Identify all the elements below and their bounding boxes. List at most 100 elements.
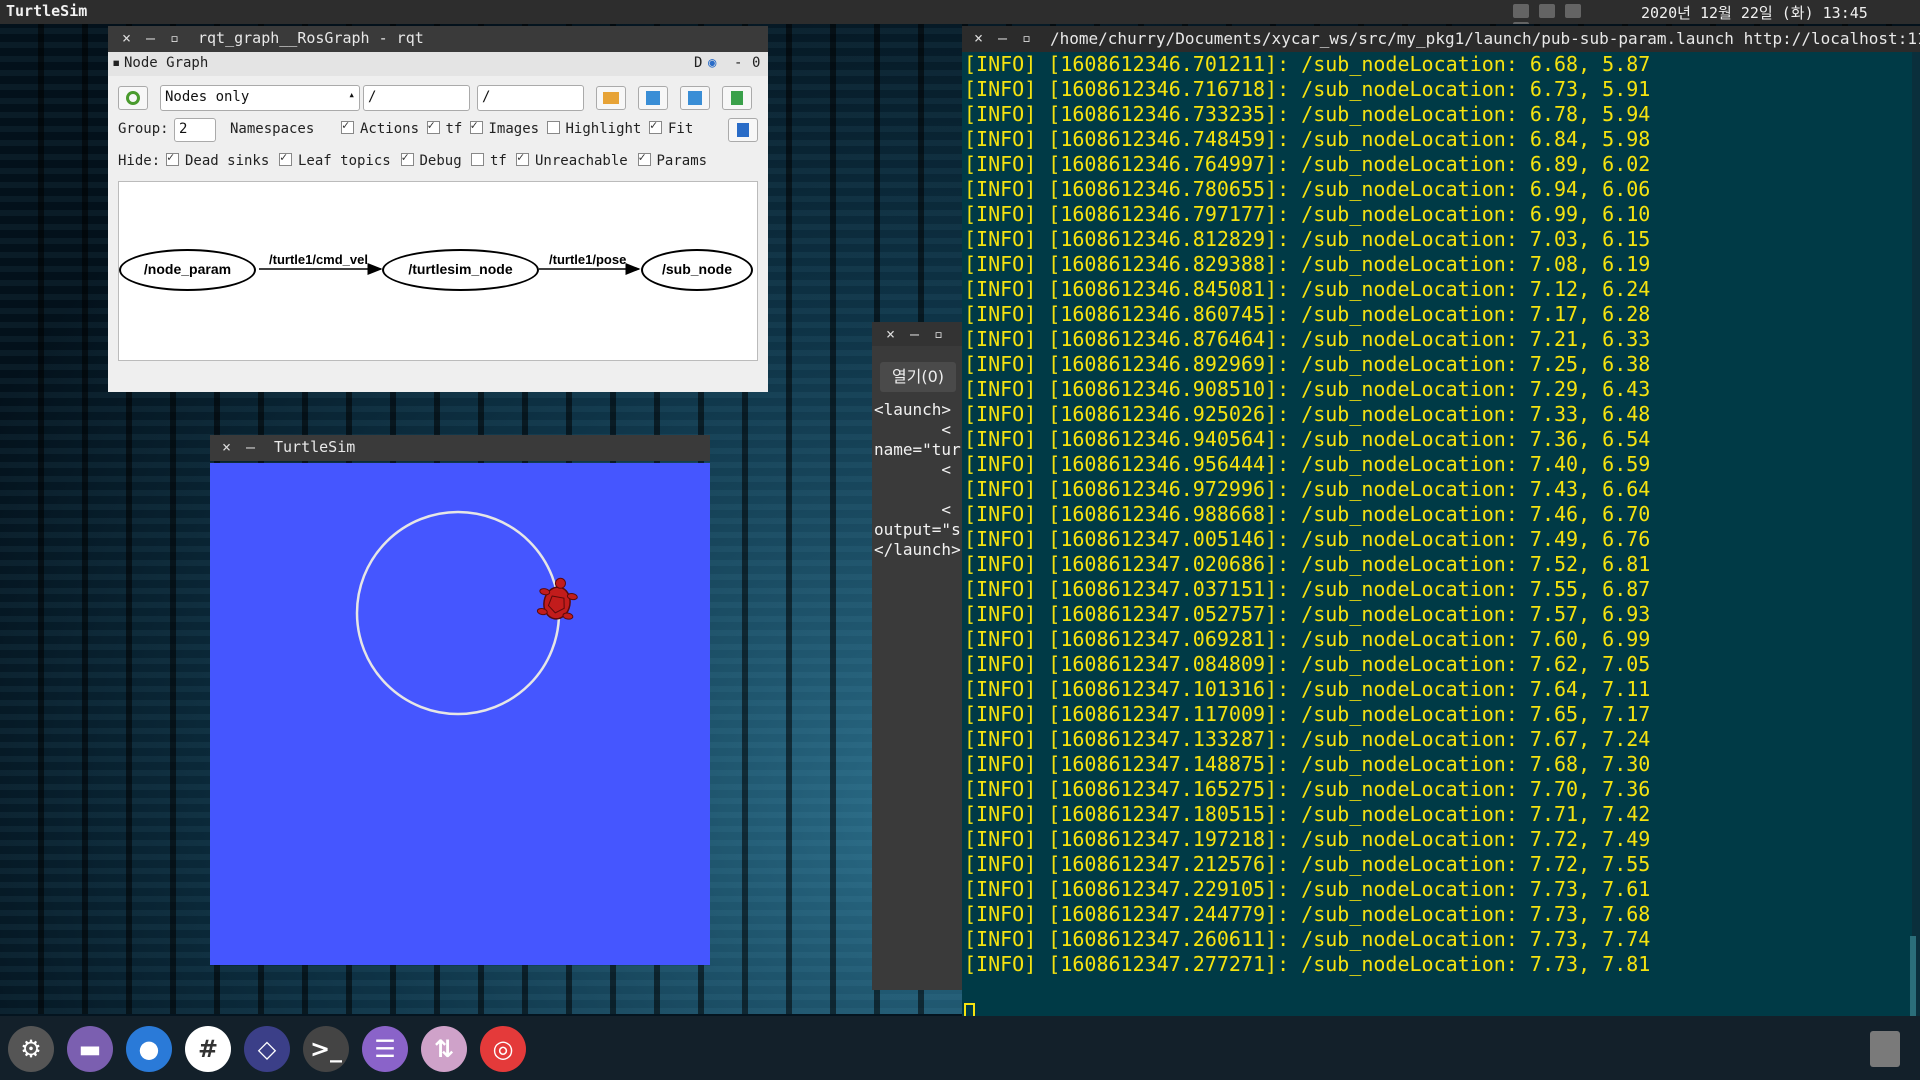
text-editor-icon[interactable]: ☰ [362,1026,408,1072]
system-tray [1513,4,1603,36]
trash-icon[interactable] [1870,1031,1900,1067]
topic-filter-input[interactable]: / [477,85,584,111]
graph-canvas[interactable]: /node_param /turtlesim_node /sub_node /t… [118,181,758,361]
checkbox[interactable] [637,150,651,166]
minimize-icon[interactable]: – [146,29,155,47]
option-images[interactable]: Images [469,118,539,137]
node-graph-header: ▪ Node Graph D ◉ - 0 [108,52,768,76]
turtlesim-titlebar[interactable]: × – TurtleSim [210,435,710,461]
option-fit[interactable]: Fit [649,118,694,137]
close-icon[interactable]: × [122,29,131,47]
option-namespaces[interactable]: Namespaces [230,121,314,137]
minimize-icon[interactable]: - [734,55,742,71]
window-title: TurtleSim [274,438,356,456]
editor-text-area[interactable]: <launch> < name="tur < < output="s </lau… [874,400,961,560]
editor-titlebar[interactable]: × – ▫ [872,322,962,346]
save-svg-button[interactable] [680,86,710,110]
transfer-icon[interactable]: ⇅ [421,1026,467,1072]
option-params[interactable]: Params [637,150,708,169]
terminal-icon[interactable]: >_ [303,1026,349,1072]
checkbox[interactable] [471,153,484,166]
option-label: Debug [419,153,462,169]
save-image-button[interactable] [722,86,752,110]
slack-icon[interactable]: # [185,1026,231,1072]
clock[interactable]: 2020년 12월 22일 (화) 13:45 [1641,2,1868,23]
checkbox[interactable] [516,150,529,166]
fit-icon [737,123,749,137]
chevron-updown-icon: ▴ [348,88,355,101]
maximize-icon[interactable]: ▫ [170,29,179,47]
save-icon [688,91,702,105]
close-icon[interactable]: × [222,438,231,456]
terminal-titlebar[interactable]: × – ▫ /home/churry/Documents/xycar_ws/sr… [962,26,1920,52]
option-label: Actions [360,121,420,137]
fit-view-button[interactable] [728,118,758,142]
refresh-icon [126,91,140,105]
option-label: Unreachable [535,153,628,169]
terminal-window: × – ▫ /home/churry/Documents/xycar_ws/sr… [962,26,1920,1036]
rqt-titlebar[interactable]: × – ▫ rqt_graph__RosGraph - rqt [108,26,768,52]
option-tf[interactable]: tf [426,118,462,137]
hide-label: Hide: [118,153,161,169]
checkbox[interactable] [166,150,179,166]
mode-select[interactable]: Nodes only ▴ [160,85,360,111]
option-leaf-topics[interactable]: Leaf topics [279,150,391,169]
graph-node[interactable]: /sub_node [641,249,753,291]
group-label: Group: [118,121,169,137]
option-unreachable[interactable]: Unreachable [516,150,628,169]
plugin-icon: ▪ [112,55,121,71]
option-label: tf [490,153,507,169]
network-icon[interactable] [1513,4,1529,18]
open-button[interactable]: 열기(0) [880,362,956,392]
option-label: Params [656,153,708,169]
minimize-icon[interactable]: – [998,29,1007,47]
option-highlight[interactable]: Highlight [546,121,641,137]
edge-label: /turtle1/pose [549,252,627,267]
checkbox[interactable] [400,150,414,166]
minimize-icon[interactable]: – [246,438,255,456]
checkbox[interactable] [546,121,560,134]
turtle-field [210,463,710,965]
graph-node[interactable]: /turtlesim_node [382,249,539,291]
maximize-icon[interactable]: ▫ [1022,29,1031,47]
option-debug[interactable]: Debug [400,150,462,169]
folder-icon [603,92,619,104]
option-tf[interactable]: tf [471,153,507,169]
checkbox[interactable] [469,118,483,134]
close-icon[interactable]: × [974,29,983,47]
files-icon[interactable]: ▬ [67,1026,113,1072]
top-panel: TurtleSim 2020년 12월 22일 (화) 13:45 [0,0,1920,36]
close-icon[interactable]: × [886,325,895,343]
option-dead-sinks[interactable]: Dead sinks [166,150,269,169]
checkbox[interactable] [279,150,292,166]
text-editor-window: × – ▫ 열기(0) <launch> < name="tur < < out… [872,322,962,990]
chrome-icon[interactable]: ● [126,1026,172,1072]
checkbox[interactable] [341,118,354,134]
mode-select-value: Nodes only [165,89,250,105]
minimize-icon[interactable]: – [910,325,919,343]
checkbox[interactable] [649,118,662,134]
edge-label: /turtle1/cmd_vel [269,252,368,267]
dock-toggle-button[interactable]: D [694,55,702,71]
option-label: Fit [668,121,694,137]
settings-icon[interactable]: ⚙ [8,1026,54,1072]
save-dot-button[interactable] [638,86,668,110]
load-dot-button[interactable] [596,86,626,110]
refresh-button[interactable] [118,86,148,110]
option-label: Namespaces [230,121,315,137]
battery-icon[interactable] [1565,4,1581,18]
help-icon[interactable]: ◎ [480,1026,526,1072]
checkbox[interactable] [426,118,440,134]
group-spinbox[interactable]: 2 [174,118,216,142]
option-actions[interactable]: Actions [341,118,420,137]
node-filter-input[interactable]: / [363,85,470,111]
keyboard-icon[interactable] [1539,4,1555,18]
image-icon [731,91,743,105]
vscode-icon[interactable]: ◇ [244,1026,290,1072]
help-icon[interactable]: ◉ [708,55,716,71]
active-app-name[interactable]: TurtleSim [6,2,87,20]
close-icon[interactable]: 0 [752,55,760,71]
graph-node[interactable]: /node_param [119,249,256,291]
maximize-icon[interactable]: ▫ [934,325,943,343]
dock: ⚙ ▬ ● # ◇ >_ ☰ ⇅ ◎ [0,1016,1920,1080]
